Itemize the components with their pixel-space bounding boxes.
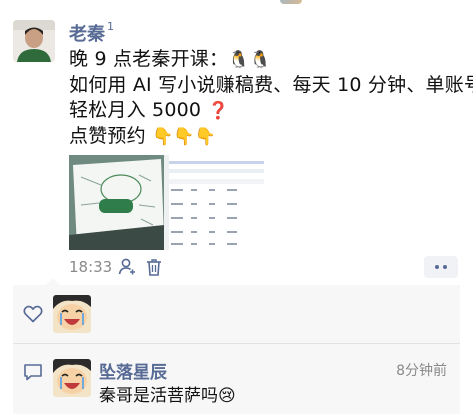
- interaction-panel: 坠落星辰 8分钟前 秦哥是活菩萨吗😢: [13, 278, 460, 414]
- author-name-text[interactable]: 老秦: [69, 24, 105, 45]
- post-line-1-text: 晚 9 点老秦开课：: [69, 48, 229, 70]
- commenter-avatar[interactable]: [53, 359, 91, 397]
- author-name[interactable]: 老秦 1: [69, 20, 114, 46]
- panel-pointer: [46, 278, 60, 285]
- post-line-1: 晚 9 点老秦开课：🐧🐧: [69, 47, 469, 73]
- post-image[interactable]: [69, 155, 264, 250]
- comment-text-body: 秦哥是活菩萨吗: [99, 386, 218, 406]
- previous-post-avatar[interactable]: [280, 0, 302, 4]
- post-line-3: 轻松月入 5000 ❓: [69, 98, 469, 124]
- trash-icon[interactable]: [146, 258, 162, 276]
- author-badge: 1: [107, 20, 114, 33]
- dot-icon: [435, 265, 439, 269]
- heart-outline-icon: [23, 305, 43, 323]
- author-avatar[interactable]: [13, 20, 55, 62]
- comment-text[interactable]: 秦哥是活菩萨吗😢: [99, 381, 236, 406]
- post-line-2: 如何用 AI 写小说赚稿费、每天 10 分钟、单账号: [69, 73, 473, 98]
- more-actions-button[interactable]: [424, 256, 458, 278]
- pointing-down-emoji: 👇👇👇: [152, 127, 217, 147]
- post-text: 晚 9 点老秦开课：🐧🐧 如何用 AI 写小说赚稿费、每天 10 分钟、单账号 …: [69, 47, 473, 150]
- question-mark-emoji: ❓: [207, 101, 229, 121]
- post-line-3-text: 轻松月入 5000: [69, 99, 202, 121]
- panel-divider: [13, 343, 460, 344]
- crying-face-emoji: 😢: [218, 386, 236, 406]
- privacy-person-icon[interactable]: [118, 258, 136, 276]
- post-line-4-text: 点赞预约: [69, 125, 153, 147]
- qq-penguin-emoji: 🐧🐧: [228, 50, 271, 70]
- liker-avatar[interactable]: [53, 295, 91, 333]
- post-line-2-text: 如何用 AI 写小说赚稿费、每天 10 分钟、单账号: [69, 74, 473, 96]
- comment-timestamp: 8分钟前: [396, 363, 447, 379]
- commenter-name[interactable]: 坠落星辰: [99, 358, 167, 383]
- comment-icon: [23, 363, 43, 381]
- dot-icon: [443, 265, 447, 269]
- post-timestamp: 18:33: [69, 258, 113, 276]
- post-line-4: 点赞预约 👇👇👇: [69, 124, 469, 150]
